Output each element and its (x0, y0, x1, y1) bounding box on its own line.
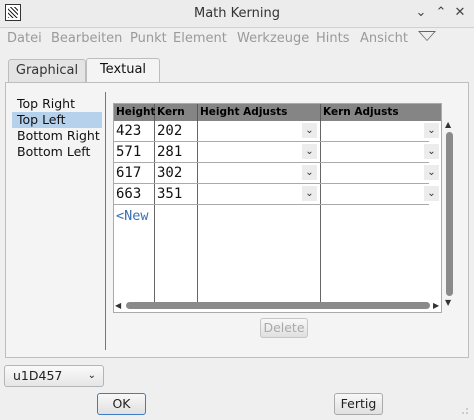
kern-adjusts-dropdown[interactable]: ⌄ (321, 143, 441, 161)
scroll-left-icon[interactable]: ◀ (115, 301, 121, 310)
chevron-down-icon: ⌄ (424, 186, 439, 201)
resize-grip[interactable] (466, 412, 468, 414)
delete-button[interactable]: Delete (260, 318, 308, 338)
height-adjusts-dropdown[interactable]: ⌄ (198, 185, 319, 203)
window-title: Math Kerning (194, 6, 280, 21)
corner-item-top-left[interactable]: Top Left (12, 112, 102, 128)
kern-adjusts-dropdown[interactable]: ⌄ (321, 164, 441, 182)
height-adjusts-dropdown[interactable]: ⌄ (198, 143, 319, 161)
menu-werkzeuge[interactable]: Werkzeuge (237, 31, 309, 46)
menu-bearbeiten[interactable]: Bearbeiten (51, 31, 122, 46)
table-cell-kern[interactable]: 202 (155, 121, 197, 141)
table-cell-kern[interactable]: 281 (155, 142, 197, 162)
corner-list: Top Right Top Left Bottom Right Bottom L… (12, 96, 102, 160)
table-cell-kern[interactable]: 302 (155, 163, 197, 183)
menu-ansicht[interactable]: Ansicht (360, 31, 408, 46)
table-cell-height[interactable]: 423 (114, 121, 154, 141)
height-adjusts-dropdown[interactable]: ⌄ (198, 122, 319, 140)
column-header-height[interactable]: Height (114, 104, 156, 121)
menu-bar: Datei Bearbeiten Punkt Element Werkzeuge… (0, 28, 474, 50)
menu-overflow-icon[interactable] (418, 31, 436, 41)
chevron-down-icon: ⌄ (302, 186, 317, 201)
chevron-down-icon: ⌄ (424, 165, 439, 180)
corner-item-bottom-right[interactable]: Bottom Right (12, 128, 102, 144)
chevron-down-icon: ⌄ (424, 123, 439, 138)
horizontal-scrollbar[interactable]: ◀ ▶ (114, 300, 443, 312)
chevron-down-icon: ⌄ (302, 165, 317, 180)
scroll-right-icon[interactable]: ▶ (433, 301, 439, 310)
column-header-kern[interactable]: Kern (155, 104, 198, 121)
menu-punkt[interactable]: Punkt (130, 31, 167, 46)
table-cell-height[interactable]: 617 (114, 163, 154, 183)
glyph-selector[interactable]: u1D457 ⌄ (4, 365, 104, 387)
height-adjusts-dropdown[interactable]: ⌄ (198, 164, 319, 182)
vertical-scrollbar[interactable]: ▲ ▼ (443, 120, 455, 310)
scroll-down-icon[interactable]: ▼ (445, 298, 451, 307)
chevron-down-icon: ⌄ (424, 144, 439, 159)
panel-divider (105, 92, 106, 350)
vertical-scroll-thumb[interactable] (446, 132, 453, 296)
minimize-icon[interactable]: ⌄ (413, 5, 429, 21)
kerning-table: Height Kern Height Adjusts Kern Adjusts … (113, 103, 442, 313)
chevron-down-icon: ⌄ (87, 370, 96, 381)
horizontal-scroll-thumb[interactable] (126, 302, 430, 309)
scroll-up-icon[interactable]: ▲ (445, 120, 451, 129)
column-header-kern-adjusts[interactable]: Kern Adjusts (321, 104, 441, 121)
table-cell-height[interactable]: 571 (114, 142, 154, 162)
kern-adjusts-dropdown[interactable]: ⌄ (321, 122, 441, 140)
column-header-height-adjusts[interactable]: Height Adjusts (198, 104, 321, 121)
chevron-down-icon: ⌄ (302, 144, 317, 159)
ok-button[interactable]: OK (97, 393, 146, 415)
corner-item-top-right[interactable]: Top Right (12, 96, 102, 112)
fertig-button[interactable]: Fertig (334, 393, 383, 415)
new-row-entry[interactable]: <New (116, 208, 149, 224)
title-bar: Math Kerning ⌄ ⌃ ✕ (0, 0, 474, 28)
table-cell-kern[interactable]: 351 (155, 184, 197, 204)
menu-hints[interactable]: Hints (316, 31, 350, 46)
chevron-down-icon: ⌄ (302, 123, 317, 138)
glyph-selector-value: u1D457 (13, 368, 63, 383)
table-cell-height[interactable]: 663 (114, 184, 154, 204)
menu-datei[interactable]: Datei (7, 31, 42, 46)
kern-adjusts-dropdown[interactable]: ⌄ (321, 185, 441, 203)
menu-element[interactable]: Element (173, 31, 227, 46)
tab-graphical[interactable]: Graphical (8, 59, 86, 83)
close-icon[interactable]: ✕ (452, 5, 468, 21)
corner-item-bottom-left[interactable]: Bottom Left (12, 144, 102, 160)
maximize-icon[interactable]: ⌃ (433, 5, 449, 21)
tab-textual[interactable]: Textual (86, 58, 160, 83)
